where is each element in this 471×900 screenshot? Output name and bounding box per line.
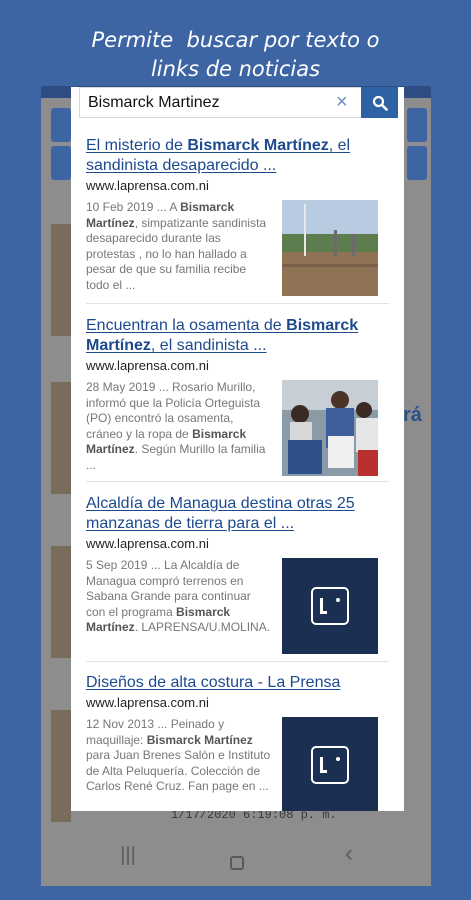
background-thumbnail: [51, 710, 71, 822]
result-snippet: 12 Nov 2013 ... Peinado y maquillaje: Bi…: [86, 717, 271, 793]
result-divider: [86, 481, 389, 482]
search-icon: [372, 95, 388, 111]
background-thumbnail: [51, 546, 71, 658]
result-thumbnail: [282, 380, 378, 476]
headline-line-2: links de noticias: [150, 57, 321, 81]
result-snippet: 28 May 2019 ... Rosario Murillo, informó…: [86, 380, 266, 472]
result-url: www.laprensa.com.ni: [86, 536, 209, 551]
background-button: [51, 146, 71, 180]
clear-icon[interactable]: ×: [336, 90, 348, 114]
result-item[interactable]: Alcaldía de Managua destina otras 25 man…: [86, 494, 389, 658]
result-title[interactable]: El misterio de Bismarck Martínez, el san…: [86, 136, 389, 176]
search-bar: ×: [79, 87, 398, 118]
result-item[interactable]: Encuentran la osamenta de Bismarck Martí…: [86, 316, 389, 480]
result-title[interactable]: Diseños de alta costura - La Prensa: [86, 673, 389, 693]
result-divider: [86, 303, 389, 304]
headline: Permite buscar por texto o links de noti…: [0, 26, 471, 84]
search-input[interactable]: [80, 88, 350, 117]
back-icon[interactable]: ‹: [334, 840, 364, 868]
result-item[interactable]: El misterio de Bismarck Martínez, el san…: [86, 136, 389, 300]
recents-icon[interactable]: |||: [113, 844, 143, 867]
search-button[interactable]: [361, 87, 398, 118]
background-button: [51, 108, 71, 142]
result-url: www.laprensa.com.ni: [86, 358, 209, 373]
result-thumbnail: [282, 717, 378, 811]
background-thumbnail: [51, 382, 71, 494]
headline-line-1: Permite buscar por texto o: [91, 28, 380, 52]
result-divider: [86, 661, 389, 662]
background-thumbnail: [51, 224, 71, 336]
result-thumbnail: [282, 558, 378, 654]
background-button: [407, 108, 427, 142]
background-text: rá: [403, 404, 422, 426]
background-button: [407, 146, 427, 180]
result-snippet: 10 Feb 2019 ... A Bismarck Martínez, sim…: [86, 200, 267, 292]
search-dialog: × El misterio de Bismarck Martínez, el s…: [71, 87, 404, 811]
result-url: www.laprensa.com.ni: [86, 695, 209, 710]
home-icon[interactable]: [230, 856, 244, 870]
result-thumbnail: [282, 200, 378, 296]
result-item[interactable]: Diseños de alta costura - La Prensa www.…: [86, 673, 389, 811]
result-title[interactable]: Alcaldía de Managua destina otras 25 man…: [86, 494, 389, 534]
result-snippet: 5 Sep 2019 ... La Alcaldía de Managua co…: [86, 558, 271, 634]
result-title[interactable]: Encuentran la osamenta de Bismarck Martí…: [86, 316, 389, 356]
result-url: www.laprensa.com.ni: [86, 178, 209, 193]
